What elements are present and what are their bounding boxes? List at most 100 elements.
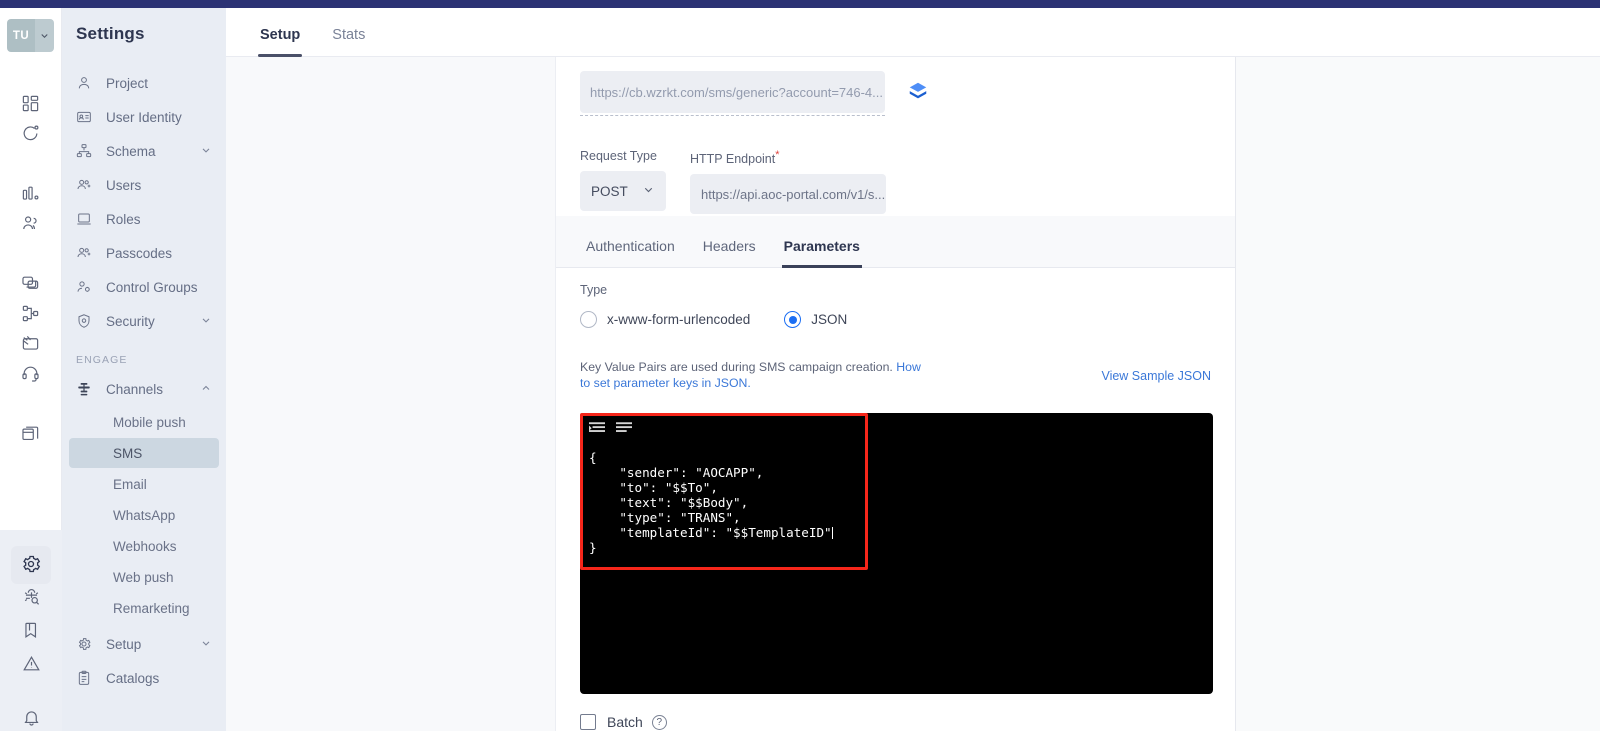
sidebar-item-catalogs[interactable]: Catalogs: [62, 661, 226, 695]
question-mark-icon[interactable]: ?: [652, 715, 667, 730]
parameters-help-text: Key Value Pairs are used during SMS camp…: [580, 360, 925, 391]
config-subtabs: Authentication Headers Parameters: [556, 216, 1235, 268]
http-endpoint-input[interactable]: https://api.aoc-portal.com/v1/s...: [690, 174, 886, 214]
sidebar-item-web-push[interactable]: Web push: [69, 562, 219, 592]
radio-dot: [580, 311, 597, 328]
sidebar-item-label: Roles: [106, 212, 141, 227]
sidebar-subitem-label: SMS: [113, 446, 142, 461]
sidebar-item-label: User Identity: [106, 110, 182, 125]
sms-provider-card: https://cb.wzrkt.com/sms/generic?account…: [556, 57, 1236, 731]
sidebar-item-label: Passcodes: [106, 246, 172, 261]
json-code-editor[interactable]: { "sender": "AOCAPP", "to": "$$To", "tex…: [580, 413, 1213, 694]
audience-icon[interactable]: [0, 208, 62, 238]
sidebar-item-schema[interactable]: Schema: [62, 134, 226, 168]
sidebar-item-channels[interactable]: Channels: [62, 372, 226, 406]
callback-url-input[interactable]: https://cb.wzrkt.com/sms/generic?account…: [580, 71, 885, 113]
sidebar-item-project[interactable]: Project: [62, 66, 226, 100]
sidebar-item-webhooks[interactable]: Webhooks: [69, 531, 219, 561]
content-cards-icon[interactable]: [0, 418, 62, 448]
json-editor-content: { "sender": "AOCAPP", "to": "$$To", "tex…: [580, 440, 1213, 555]
main-content: Setup Stats https://cb.wzrkt.com/sms/gen…: [226, 8, 1600, 731]
format-indent-icon[interactable]: [589, 422, 605, 440]
flows-icon[interactable]: [0, 298, 62, 328]
sidebar-item-control-groups[interactable]: Control Groups: [62, 270, 226, 304]
provider-config-section: https://cb.wzrkt.com/sms/generic?account…: [556, 57, 1235, 214]
json-editor-wrapper: { "sender": "AOCAPP", "to": "$$To", "tex…: [580, 413, 1211, 694]
help-text-static: Key Value Pairs are used during SMS camp…: [580, 360, 896, 374]
top-app-bar: [0, 0, 1600, 8]
radio-json[interactable]: JSON: [784, 311, 847, 328]
http-endpoint-label: HTTP Endpoint*: [690, 149, 886, 166]
sidebar-item-email[interactable]: Email: [69, 469, 219, 499]
batch-checkbox[interactable]: [580, 714, 596, 730]
tab-authentication[interactable]: Authentication: [572, 238, 689, 267]
sidebar-item-security[interactable]: Security: [62, 304, 226, 338]
sidebar-item-label: Channels: [106, 382, 163, 397]
roles-icon: [76, 211, 98, 227]
type-label: Type: [580, 283, 1211, 297]
parameters-panel: Type x-www-form-urlencoded JSON: [556, 268, 1235, 731]
work-area: https://cb.wzrkt.com/sms/generic?account…: [226, 57, 1600, 731]
sidebar-item-sms[interactable]: SMS: [69, 438, 219, 468]
format-lines-icon[interactable]: [616, 422, 632, 440]
chevron-down-icon[interactable]: [200, 637, 212, 652]
tab-parameters[interactable]: Parameters: [770, 238, 874, 267]
campaign-icon[interactable]: [0, 328, 62, 358]
workspace-switcher[interactable]: TU: [7, 19, 54, 52]
sidebar-item-user-identity[interactable]: User Identity: [62, 100, 226, 134]
dashboard-icon[interactable]: [0, 88, 62, 118]
shield-icon: [76, 313, 98, 329]
sidebar-item-mobile-push[interactable]: Mobile push: [69, 407, 219, 437]
sidebar-item-setup[interactable]: Setup: [62, 627, 226, 661]
sidebar-item-remarketing[interactable]: Remarketing: [69, 593, 219, 623]
settings-sidebar: Settings Project User Identity Schema: [62, 8, 226, 731]
control-group-icon: [76, 279, 98, 295]
layers-icon[interactable]: [907, 80, 929, 107]
chevron-down-icon[interactable]: [200, 314, 212, 329]
type-radio-group: x-www-form-urlencoded JSON: [580, 311, 1211, 328]
tab-stats[interactable]: Stats: [316, 27, 381, 56]
sidebar-item-roles[interactable]: Roles: [62, 202, 226, 236]
support-headset-icon[interactable]: [0, 358, 62, 388]
chevron-down-icon[interactable]: [200, 144, 212, 159]
sidebar-item-whatsapp[interactable]: WhatsApp: [69, 500, 219, 530]
sidebar-subitem-label: Email: [113, 477, 147, 492]
chevron-up-icon[interactable]: [200, 382, 212, 397]
tab-setup[interactable]: Setup: [244, 27, 316, 56]
sidebar-item-label: Setup: [106, 637, 141, 652]
http-endpoint-label-text: HTTP Endpoint: [690, 152, 775, 166]
chevron-down-icon[interactable]: [35, 19, 54, 52]
sidebar-item-label: Catalogs: [106, 671, 159, 686]
tab-headers[interactable]: Headers: [689, 238, 770, 267]
id-card-icon: [76, 109, 98, 125]
analytics-bar-icon[interactable]: [0, 178, 62, 208]
gear-icon[interactable]: [0, 550, 62, 577]
journey-icon[interactable]: [0, 118, 62, 148]
batch-label: Batch: [607, 714, 643, 730]
radio-label: JSON: [811, 312, 847, 327]
passcodes-icon: [76, 245, 98, 261]
messages-icon[interactable]: [0, 268, 62, 298]
sidebar-item-label: Users: [106, 178, 141, 193]
rail-bottom-icons: [0, 530, 62, 731]
sidebar-subitem-label: WhatsApp: [113, 508, 175, 523]
bell-icon[interactable]: [0, 704, 62, 731]
alert-triangle-icon[interactable]: [0, 650, 62, 677]
debug-search-icon[interactable]: [0, 583, 62, 610]
sidebar-item-users[interactable]: Users: [62, 168, 226, 202]
channels-icon: [76, 381, 98, 397]
request-type-select[interactable]: POST: [580, 171, 666, 211]
chevron-down-icon: [642, 183, 655, 199]
sidebar-item-label: Security: [106, 314, 155, 329]
app-root: TU: [0, 0, 1600, 731]
schema-icon: [76, 143, 98, 159]
view-sample-json-link[interactable]: View Sample JSON: [1101, 360, 1211, 391]
bookmark-icon[interactable]: [0, 617, 62, 644]
radio-x-www-form-urlencoded[interactable]: x-www-form-urlencoded: [580, 311, 750, 328]
required-asterisk: *: [775, 149, 779, 161]
sidebar-item-label: Schema: [106, 144, 156, 159]
request-type-label: Request Type: [580, 149, 666, 163]
sidebar-item-passcodes[interactable]: Passcodes: [62, 236, 226, 270]
http-endpoint-field: HTTP Endpoint* https://api.aoc-portal.co…: [690, 149, 886, 214]
sidebar-subitem-label: Webhooks: [113, 539, 177, 554]
